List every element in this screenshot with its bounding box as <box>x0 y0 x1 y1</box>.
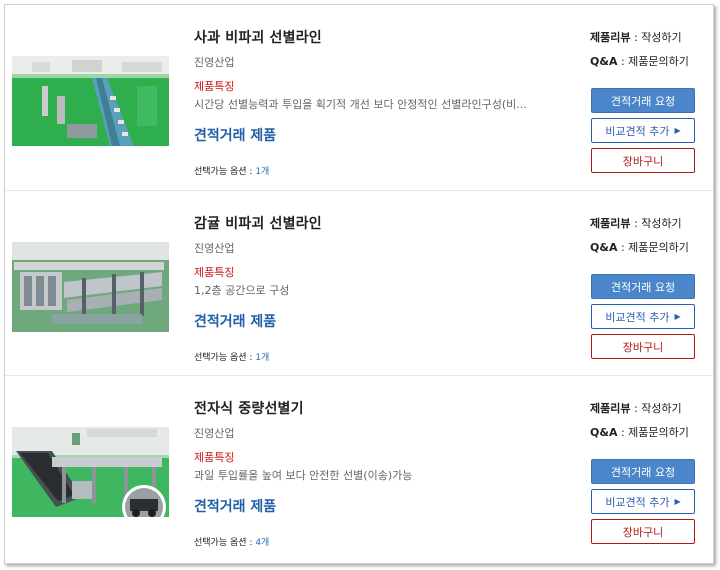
options-label: 선택가능 옵션 : <box>194 538 253 548</box>
qa-link[interactable]: 제품문의하기 <box>628 55 689 68</box>
quote-product-link[interactable]: 견적거래 제품 <box>194 496 569 516</box>
product-row: 사과 비파괴 선별라인 진영산업 제품특징 시간당 선별능력과 투입을 획기적 … <box>5 5 713 190</box>
review-line: 제품리뷰 : 작성하기 <box>590 217 682 230</box>
product-title[interactable]: 사과 비파괴 선별라인 <box>194 27 569 47</box>
compare-quote-button[interactable]: 비교견적 추가 ▶ <box>591 304 695 329</box>
options-info: 선택가능 옵션 : 1개 <box>194 164 269 177</box>
options-info: 선택가능 옵션 : 4개 <box>194 535 269 548</box>
qa-label: Q&A <box>590 55 618 68</box>
compare-label: 비교견적 추가 <box>605 495 670 509</box>
cart-button[interactable]: 장바구니 <box>591 519 695 544</box>
qa-label: Q&A <box>590 241 618 254</box>
product-actions: 제품리뷰 : 작성하기 Q&A : 제품문의하기 <box>590 400 698 439</box>
feature-text: 과일 투입률을 높여 보다 안전한 선별(이송)가능 <box>194 469 413 482</box>
company-name: 진영산업 <box>194 56 235 69</box>
company-name: 진영산업 <box>194 427 235 440</box>
cart-button[interactable]: 장바구니 <box>591 148 695 173</box>
company-name: 진영산업 <box>194 242 235 255</box>
quote-product-link[interactable]: 견적거래 제품 <box>194 125 569 145</box>
product-actions: 제품리뷰 : 작성하기 Q&A : 제품문의하기 <box>590 215 698 254</box>
feature-label: 제품특징 <box>194 80 235 93</box>
review-link[interactable]: 작성하기 <box>641 31 681 44</box>
review-label: 제품리뷰 <box>590 31 631 44</box>
review-line: 제품리뷰 : 작성하기 <box>590 31 682 44</box>
compare-quote-button[interactable]: 비교견적 추가 ▶ <box>591 489 695 514</box>
qa-link[interactable]: 제품문의하기 <box>628 426 689 439</box>
product-list: 사과 비파괴 선별라인 진영산업 제품특징 시간당 선별능력과 투입을 획기적 … <box>4 4 714 564</box>
product-row: 전자식 중량선별기 진영산업 제품특징 과일 투입률을 높여 보다 안전한 선별… <box>5 375 713 560</box>
compare-label: 비교견적 추가 <box>605 124 670 138</box>
feature-label: 제품특징 <box>194 451 235 464</box>
review-line: 제품리뷰 : 작성하기 <box>590 402 682 415</box>
product-actions: 제품리뷰 : 작성하기 Q&A : 제품문의하기 <box>590 29 698 68</box>
chevron-right-icon: ▶ <box>674 312 681 321</box>
quote-product-link[interactable]: 견적거래 제품 <box>194 311 569 331</box>
product-info: 사과 비파괴 선별라인 진영산업 제품특징 시간당 선별능력과 투입을 획기적 … <box>194 27 569 145</box>
review-label: 제품리뷰 <box>590 217 631 230</box>
chevron-right-icon: ▶ <box>674 126 681 135</box>
product-image[interactable] <box>12 56 169 146</box>
options-count[interactable]: 1개 <box>255 353 269 363</box>
quote-request-button[interactable]: 견적거래 요청 <box>591 459 695 484</box>
chevron-right-icon: ▶ <box>674 497 681 506</box>
options-label: 선택가능 옵션 : <box>194 167 253 177</box>
qa-line: Q&A : 제품문의하기 <box>590 426 689 439</box>
review-label: 제품리뷰 <box>590 402 631 415</box>
feature-text: 1,2층 공간으로 구성 <box>194 284 290 297</box>
options-label: 선택가능 옵션 : <box>194 353 253 363</box>
options-count[interactable]: 4개 <box>255 538 269 548</box>
product-title[interactable]: 감귤 비파괴 선별라인 <box>194 213 569 233</box>
feature-label: 제품특징 <box>194 266 235 279</box>
feature-text: 시간당 선별능력과 투입을 획기적 개선 보다 안정적인 선별라인구성(비... <box>194 98 527 111</box>
product-info: 전자식 중량선별기 진영산업 제품특징 과일 투입률을 높여 보다 안전한 선별… <box>194 398 569 516</box>
review-link[interactable]: 작성하기 <box>641 217 681 230</box>
qa-link[interactable]: 제품문의하기 <box>628 241 689 254</box>
options-info: 선택가능 옵션 : 1개 <box>194 350 269 363</box>
cart-button[interactable]: 장바구니 <box>591 334 695 359</box>
qa-line: Q&A : 제품문의하기 <box>590 241 689 254</box>
review-link[interactable]: 작성하기 <box>641 402 681 415</box>
quote-request-button[interactable]: 견적거래 요청 <box>591 274 695 299</box>
quote-request-button[interactable]: 견적거래 요청 <box>591 88 695 113</box>
options-count[interactable]: 1개 <box>255 167 269 177</box>
product-image[interactable] <box>12 427 169 517</box>
qa-label: Q&A <box>590 426 618 439</box>
compare-quote-button[interactable]: 비교견적 추가 ▶ <box>591 118 695 143</box>
product-row: 감귤 비파괴 선별라인 진영산업 제품특징 1,2층 공간으로 구성 견적거래 … <box>5 190 713 375</box>
qa-line: Q&A : 제품문의하기 <box>590 55 689 68</box>
product-title[interactable]: 전자식 중량선별기 <box>194 398 569 418</box>
product-image[interactable] <box>12 242 169 332</box>
compare-label: 비교견적 추가 <box>605 310 670 324</box>
product-info: 감귤 비파괴 선별라인 진영산업 제품특징 1,2층 공간으로 구성 견적거래 … <box>194 213 569 331</box>
